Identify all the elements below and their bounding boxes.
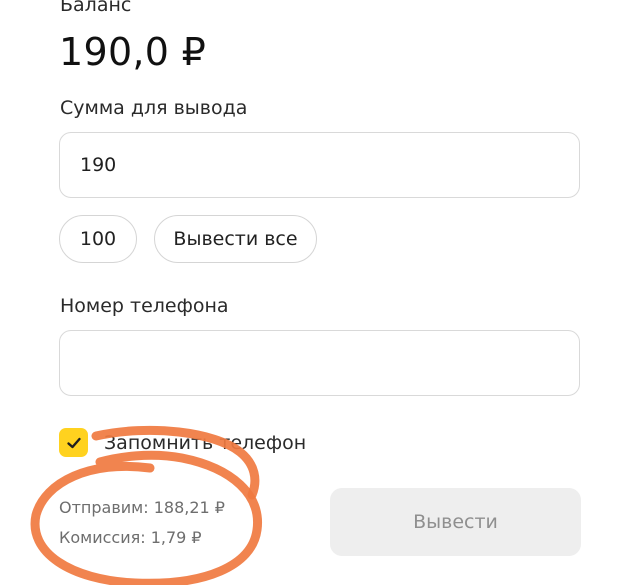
- balance-label: Баланс: [60, 0, 132, 16]
- withdrawal-form: Баланс 190,0 ₽ Сумма для вывода 100 Выве…: [0, 0, 640, 585]
- remember-phone-label: Запомнить телефон: [104, 432, 307, 454]
- preset-100-button[interactable]: 100: [59, 215, 137, 263]
- amount-label: Сумма для вывода: [60, 97, 248, 119]
- withdraw-all-button[interactable]: Вывести все: [154, 215, 317, 263]
- amount-field-container: [59, 132, 580, 198]
- phone-input[interactable]: [60, 331, 579, 395]
- send-amount-text: Отправим: 188,21 ₽: [59, 498, 225, 517]
- fee-amount-text: Комиссия: 1,79 ₽: [59, 528, 202, 547]
- remember-phone-checkbox[interactable]: [59, 428, 88, 457]
- phone-field-container: [59, 330, 580, 396]
- withdraw-button[interactable]: Вывести: [330, 488, 581, 556]
- amount-input[interactable]: [60, 133, 579, 197]
- balance-value: 190,0 ₽: [59, 30, 207, 74]
- check-icon: [66, 437, 81, 448]
- phone-label: Номер телефона: [60, 295, 229, 317]
